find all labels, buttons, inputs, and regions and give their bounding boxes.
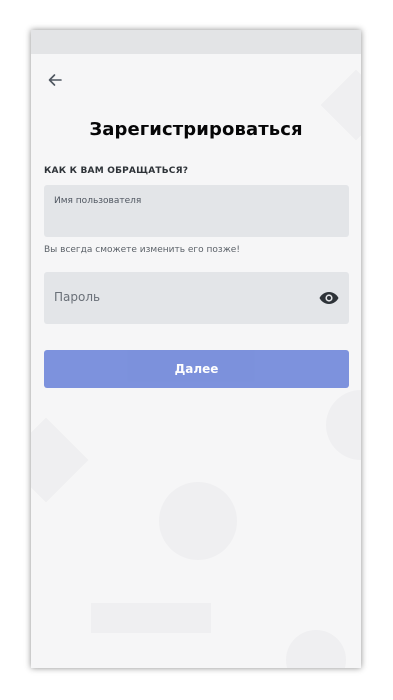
- background-shape: [286, 630, 346, 668]
- background-shape: [91, 603, 211, 633]
- status-bar: [31, 30, 361, 54]
- background-shape: [326, 390, 361, 460]
- background-shape: [31, 417, 89, 503]
- password-field[interactable]: Пароль: [44, 272, 349, 324]
- show-password-button[interactable]: [319, 289, 339, 307]
- eye-icon: [319, 292, 339, 304]
- app-screen: Зарегистрироваться КАК К ВАМ ОБРАЩАТЬСЯ?…: [31, 30, 361, 668]
- background-shape: [159, 482, 237, 560]
- username-label: Имя пользователя: [54, 196, 142, 206]
- password-input[interactable]: Пароль: [54, 290, 100, 304]
- username-hint: Вы всегда сможете изменить его позже!: [44, 245, 240, 255]
- back-button[interactable]: [43, 68, 67, 92]
- username-field[interactable]: Имя пользователя: [44, 185, 349, 237]
- page-title: Зарегистрироваться: [89, 119, 303, 140]
- arrow-left-icon: [48, 74, 62, 86]
- next-button[interactable]: Далее: [44, 350, 349, 388]
- section-label: КАК К ВАМ ОБРАЩАТЬСЯ?: [44, 166, 189, 176]
